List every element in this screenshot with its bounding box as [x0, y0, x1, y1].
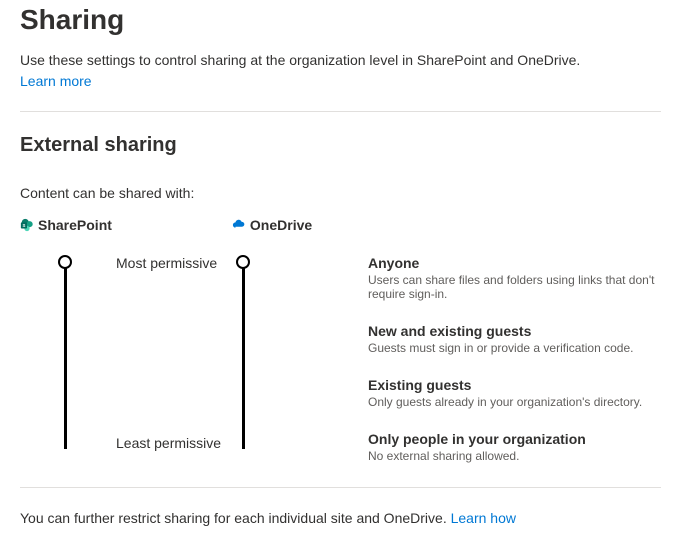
- option-title: Anyone: [368, 255, 661, 271]
- sharepoint-slider: Most permissive Least permissive: [56, 255, 234, 465]
- section-title: External sharing: [20, 134, 661, 157]
- option-only-org: Only people in your organization No exte…: [368, 431, 661, 463]
- footer-divider: [20, 487, 661, 488]
- onedrive-slider-track: [242, 261, 245, 449]
- permission-options: Anyone Users can share files and folders…: [368, 255, 661, 465]
- option-title: Existing guests: [368, 377, 661, 393]
- option-title: Only people in your organization: [368, 431, 661, 447]
- product-sharepoint: S SharePoint: [20, 217, 112, 233]
- product-onedrive: OneDrive: [232, 217, 312, 233]
- option-desc: Users can share files and folders using …: [368, 273, 661, 301]
- option-new-existing-guests: New and existing guests Guests must sign…: [368, 323, 661, 355]
- footer-note: You can further restrict sharing for eac…: [20, 510, 661, 526]
- sharepoint-slider-handle[interactable]: [58, 255, 72, 269]
- sharepoint-slider-track: [64, 261, 67, 449]
- section-divider: [20, 111, 661, 112]
- least-permissive-label: Least permissive: [116, 435, 221, 451]
- svg-text:S: S: [22, 223, 25, 228]
- page-title: Sharing: [20, 4, 661, 36]
- product-sharepoint-label: SharePoint: [38, 217, 112, 233]
- option-anyone: Anyone Users can share files and folders…: [368, 255, 661, 301]
- product-onedrive-label: OneDrive: [250, 217, 312, 233]
- onedrive-icon: [232, 218, 246, 232]
- products-row: S SharePoint OneDrive: [20, 217, 661, 233]
- option-existing-guests: Existing guests Only guests already in y…: [368, 377, 661, 409]
- page-description: Use these settings to control sharing at…: [20, 50, 661, 71]
- learn-how-link[interactable]: Learn how: [451, 510, 516, 526]
- sharepoint-icon: S: [20, 218, 34, 232]
- onedrive-slider-handle[interactable]: [236, 255, 250, 269]
- option-desc: Guests must sign in or provide a verific…: [368, 341, 661, 355]
- most-permissive-label: Most permissive: [116, 255, 217, 271]
- option-title: New and existing guests: [368, 323, 661, 339]
- learn-more-link[interactable]: Learn more: [20, 73, 92, 89]
- option-desc: No external sharing allowed.: [368, 449, 661, 463]
- onedrive-slider: [234, 255, 274, 465]
- footer-note-text: You can further restrict sharing for eac…: [20, 510, 451, 526]
- option-desc: Only guests already in your organization…: [368, 395, 661, 409]
- section-subheading: Content can be shared with:: [20, 185, 661, 201]
